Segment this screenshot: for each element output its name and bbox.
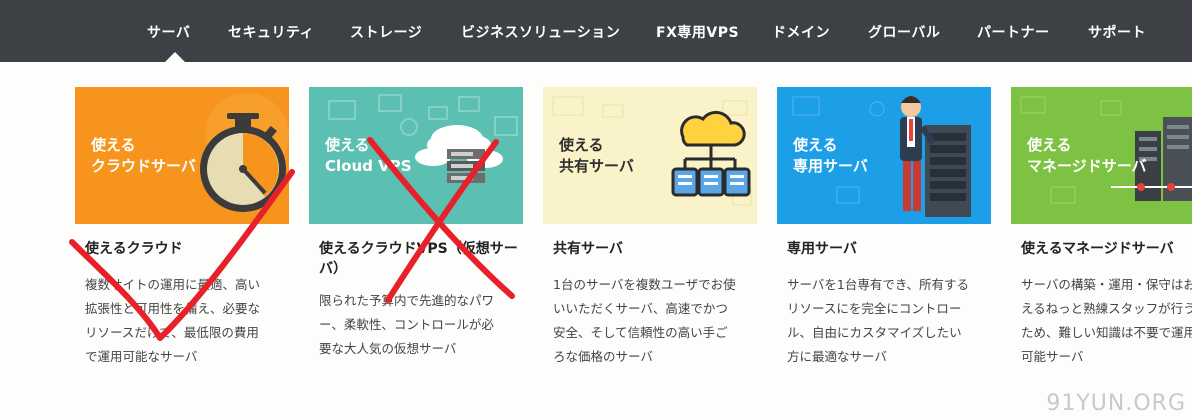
thumbnail-caption: 使える 専用サーバ [793,135,868,177]
card-title[interactable]: 専用サーバ [787,239,999,259]
description-line: えるねっと熟練スタッフが行う [1021,301,1192,316]
card-description: サーバの構築・運用・保守はお使 えるねっと熟練スタッフが行う ため、難しい知識は… [1021,273,1192,369]
nav-item-security[interactable]: セキュリティ [228,22,314,42]
description-line: ー、柔軟性、コントロールが必 [319,317,494,332]
thumbnail-caption: 使える 共有サーバ [559,135,634,177]
nav-item-support[interactable]: サポート [1088,22,1146,42]
card-description: 1台のサーバを複数ユーザでお使 いいただくサーバ、高速でかつ 安全、そして信頼性… [553,273,759,369]
card-title[interactable]: 使えるクラウドVPS（仮想サーバ） [319,239,531,279]
card-managed-server[interactable]: 使える マネージドサーバ 使えるマネージドサーバ サーバの構築・運用・保守はお使… [1011,87,1192,387]
watermark-text: 91YUN.ORG [1046,391,1186,416]
card-cloud-vps[interactable]: 使える Cloud VPS 使えるクラウドVPS（仮想サーバ） 限られた予算内で… [309,87,523,356]
description-line: 限られた予算内で先進的なパワ [319,293,495,308]
thumbnail-caption-line: 共有サーバ [559,157,634,175]
description-line: 拡張性と可用性を備え、必要な [85,301,261,316]
top-navigation-bar: サーバ セキュリティ ストレージ ビジネスソリューション FX専用VPS ドメイ… [0,0,1192,62]
nav-item-storage[interactable]: ストレージ [350,22,422,42]
card-thumbnail[interactable]: 使える 専用サーバ [777,87,991,224]
description-line: ろな価格のサーバ [553,349,653,364]
nav-item-business-solution[interactable]: ビジネスソリューション [461,22,620,42]
description-line: サーバを1台専有でき、所有する [787,277,969,292]
description-line: 複数サイトの運用に最適、高い [85,277,261,292]
card-title[interactable]: 共有サーバ [553,239,765,259]
active-indicator-caret [165,52,185,62]
thumbnail-caption-line: 使える [1027,136,1072,154]
thumbnail-caption: 使える マネージドサーバ [1027,135,1147,177]
description-line: いいただくサーバ、高速でかつ [553,301,728,316]
nav-item-domain[interactable]: ドメイン [772,22,830,42]
card-title[interactable]: 使えるマネージドサーバ [1021,239,1192,259]
thumbnail-caption-line: 使える [559,136,604,154]
nav-item-partner[interactable]: パートナー [977,22,1050,42]
card-thumbnail[interactable]: 使える マネージドサーバ [1011,87,1192,224]
description-line: リソースだけで、最低限の費用 [85,325,259,340]
card-thumbnail[interactable]: 使える Cloud VPS [309,87,523,224]
card-shared-server[interactable]: 使える 共有サーバ 共有サーバ 1台のサーバを複数ユーザでお使 いいただくサーバ… [543,87,757,364]
nav-item-server[interactable]: サーバ [147,22,190,42]
description-line: 安全、そして信頼性の高い手ご [553,325,728,340]
thumbnail-caption-line: 使える [325,136,370,154]
thumbnail-caption: 使える クラウドサーバ [91,135,196,177]
card-description: 限られた予算内で先進的なパワ ー、柔軟性、コントロールが必 要な大人気の仮想サー… [319,289,525,361]
description-line: 方に最適なサーバ [787,349,887,364]
description-line: 要な大人気の仮想サーバ [319,341,457,356]
card-description: 複数サイトの運用に最適、高い 拡張性と可用性を備え、必要な リソースだけで、最低… [85,273,291,369]
description-line: ル、自由にカスタマイズしたい [787,325,962,340]
thumbnail-caption: 使える Cloud VPS [325,135,412,177]
thumbnail-caption-line: マネージドサーバ [1027,157,1147,175]
thumbnail-caption-line: クラウドサーバ [91,157,196,175]
card-title[interactable]: 使えるクラウド [85,239,297,259]
thumbnail-caption-line: 使える [793,136,838,154]
card-cloud[interactable]: 使える クラウドサーバ 使えるクラウド 複数サイトの運用に最適、高い 拡張性と可… [75,87,289,364]
description-line: リソースにを完全にコントロー [787,301,962,316]
thumbnail-caption-line: 使える [91,136,136,154]
thumbnail-caption-line: 専用サーバ [793,157,868,175]
nav-item-global[interactable]: グローバル [868,22,940,42]
card-description: サーバを1台専有でき、所有する リソースにを完全にコントロー ル、自由にカスタマ… [787,273,993,369]
description-line: サーバの構築・運用・保守はお使 [1021,277,1192,292]
nav-item-fx-vps[interactable]: FX専用VPS [656,22,739,42]
thumbnail-caption-line: Cloud VPS [325,157,412,175]
card-thumbnail[interactable]: 使える クラウドサーバ [75,87,289,224]
card-dedicated-server[interactable]: 使える 専用サーバ 専用サーバ サーバを1台専有でき、所有する リソースにを完全… [777,87,991,364]
card-thumbnail[interactable]: 使える 共有サーバ [543,87,757,224]
description-line: 可能サーバ [1021,349,1084,364]
description-line: で運用可能なサーバ [85,349,198,364]
description-line: ため、難しい知識は不要で運用 [1021,325,1192,340]
description-line: 1台のサーバを複数ユーザでお使 [553,277,736,292]
